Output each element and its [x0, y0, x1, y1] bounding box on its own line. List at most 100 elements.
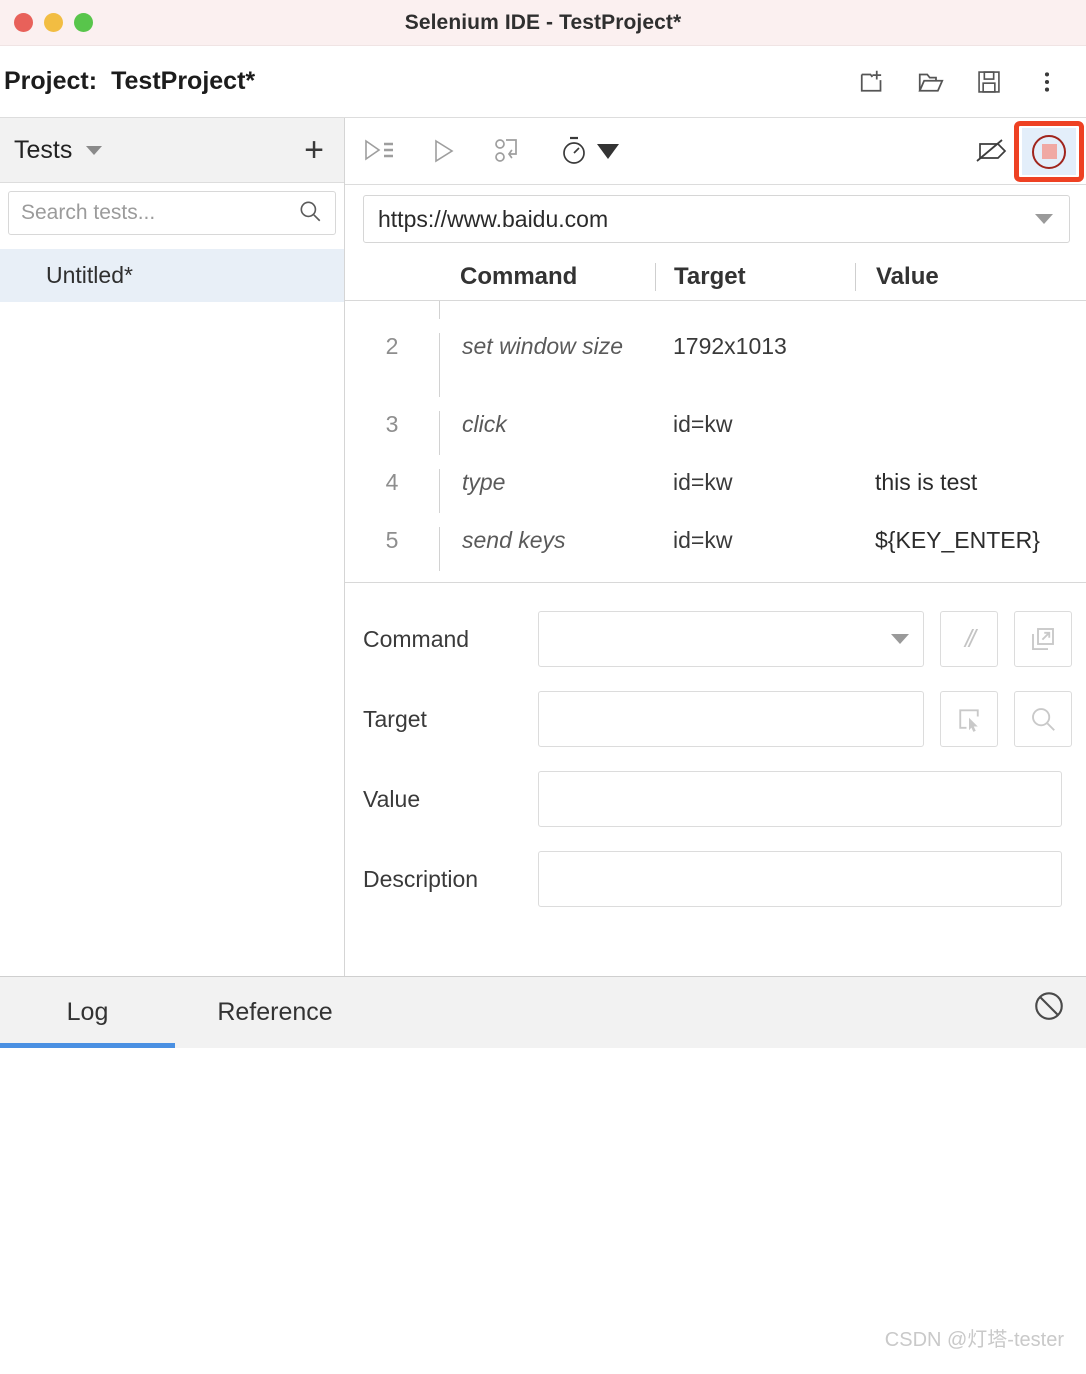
description-field-label: Description — [363, 865, 479, 892]
test-item-label: Untitled* — [46, 262, 133, 288]
tests-header: Tests + — [0, 118, 344, 183]
tab-reference-label: Reference — [217, 998, 333, 1026]
target-field-row: Target — [363, 691, 1072, 747]
project-label: Project: — [4, 67, 98, 95]
target-input[interactable] — [553, 706, 909, 732]
row-command[interactable]: send keys — [440, 527, 655, 555]
tab-log[interactable]: Log — [0, 977, 175, 1048]
row-target[interactable]: 1792x1013 — [655, 333, 855, 361]
row-target[interactable]: id=kw — [655, 469, 855, 497]
test-editor: Command Target Value 1 open / 2 set wind… — [345, 118, 1086, 976]
window-title: Selenium IDE - TestProject* — [404, 10, 682, 34]
playback-toolbar-left — [363, 135, 619, 167]
row-target[interactable]: id=kw — [655, 527, 855, 555]
base-url-box[interactable] — [363, 195, 1070, 243]
chevron-down-icon[interactable] — [891, 634, 909, 644]
record-square-icon — [1041, 144, 1057, 159]
more-options-icon[interactable] — [1030, 65, 1064, 99]
target-field-label: Target — [363, 705, 427, 732]
description-field-box[interactable] — [538, 851, 1062, 907]
tests-label: Tests — [14, 135, 73, 164]
table-row[interactable]: 3 click id=kw — [345, 397, 1086, 455]
row-target[interactable]: / — [655, 301, 855, 303]
new-project-icon[interactable] — [856, 65, 890, 99]
search-tests-box[interactable] — [8, 191, 336, 235]
row-command[interactable]: set window size — [440, 333, 655, 361]
command-table-body[interactable]: 1 open / 2 set window size 1792x1013 3 c… — [345, 301, 1086, 583]
search-tests-wrapper — [0, 183, 344, 235]
row-value[interactable]: ${KEY_ENTER} — [855, 527, 1086, 555]
command-field-label: Command — [363, 625, 470, 652]
window-controls — [0, 13, 93, 32]
project-name: TestProject* — [111, 67, 256, 95]
command-input[interactable] — [553, 626, 891, 652]
speed-control-icon[interactable] — [559, 135, 619, 167]
column-header-command: Command — [460, 262, 578, 290]
command-rows: 1 open / 2 set window size 1792x1013 3 c… — [345, 301, 1086, 571]
tab-log-label: Log — [66, 998, 109, 1026]
record-icon — [1032, 134, 1066, 169]
row-number: 1 — [345, 301, 440, 319]
table-row[interactable]: 2 set window size 1792x1013 — [345, 319, 1086, 397]
clear-log-icon[interactable] — [1032, 989, 1066, 1048]
project-header: Project: TestProject* — [0, 46, 1086, 118]
record-button-highlight — [1014, 121, 1084, 182]
row-command[interactable]: click — [440, 411, 655, 439]
log-panel: CSDN @灯塔-tester — [0, 1048, 1086, 1374]
list-item[interactable]: Untitled* — [0, 249, 344, 302]
row-command[interactable]: type — [440, 469, 655, 497]
window-titlebar: Selenium IDE - TestProject* — [0, 0, 1086, 46]
tests-sidebar: Tests + Untitled* — [0, 118, 345, 976]
disable-breakpoints-icon[interactable] — [974, 136, 1012, 166]
select-target-icon[interactable] — [940, 691, 998, 747]
row-number: 4 — [345, 469, 440, 513]
description-input[interactable] — [553, 866, 1047, 892]
open-command-reference-icon[interactable] — [1014, 611, 1072, 667]
chevron-down-icon[interactable] — [86, 145, 103, 155]
table-row[interactable]: 5 send keys id=kw ${KEY_ENTER} — [345, 513, 1086, 571]
row-target[interactable]: id=kw — [655, 411, 855, 439]
value-field-row: Value — [363, 771, 1062, 827]
playback-toolbar — [345, 118, 1086, 185]
table-row[interactable]: 4 type id=kw this is test — [345, 455, 1086, 513]
column-header-value: Value — [855, 262, 1086, 291]
maximize-window-button[interactable] — [74, 13, 93, 32]
command-table-header: Command Target Value — [345, 253, 1086, 301]
toggle-comment-button[interactable]: // — [940, 611, 998, 667]
chevron-down-icon — [597, 143, 619, 159]
base-url-wrapper — [345, 185, 1086, 253]
header-actions — [856, 65, 1064, 99]
target-field-box[interactable] — [538, 691, 924, 747]
find-target-icon[interactable] — [1014, 691, 1072, 747]
comment-slashes-icon: // — [965, 624, 976, 653]
column-header-target: Target — [655, 262, 855, 291]
command-field-row: Command // — [363, 611, 1072, 667]
add-test-button[interactable]: + — [304, 133, 324, 167]
chevron-down-icon[interactable] — [1035, 214, 1053, 224]
record-button[interactable] — [1022, 128, 1076, 175]
value-input[interactable] — [553, 786, 1047, 812]
step-over-icon[interactable] — [493, 136, 525, 166]
run-current-test-icon[interactable] — [431, 137, 459, 165]
bottom-panel-tabs: Log Reference — [0, 976, 1086, 1048]
tab-reference[interactable]: Reference — [175, 977, 375, 1048]
minimize-window-button[interactable] — [44, 13, 63, 32]
base-url-input[interactable] — [378, 205, 1035, 233]
close-window-button[interactable] — [14, 13, 33, 32]
search-icon — [297, 198, 323, 229]
command-detail-form: Command // Target Value Description — [345, 583, 1086, 931]
save-project-icon[interactable] — [972, 65, 1006, 99]
row-number: 2 — [345, 333, 440, 397]
command-field-box[interactable] — [538, 611, 924, 667]
value-field-box[interactable] — [538, 771, 1062, 827]
table-row[interactable]: 1 open / — [345, 301, 1086, 319]
search-tests-input[interactable] — [21, 201, 297, 225]
run-all-tests-icon[interactable] — [363, 137, 397, 165]
row-number: 3 — [345, 411, 440, 455]
open-project-icon[interactable] — [914, 65, 948, 99]
row-command[interactable]: open — [440, 301, 655, 303]
value-field-label: Value — [363, 785, 421, 812]
row-value[interactable]: this is test — [855, 469, 1086, 497]
tests-list: Untitled* — [0, 249, 344, 302]
watermark: CSDN @灯塔-tester — [884, 1329, 1064, 1351]
